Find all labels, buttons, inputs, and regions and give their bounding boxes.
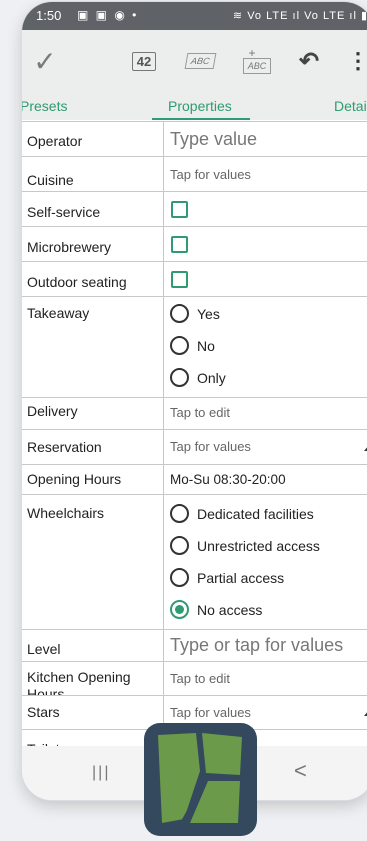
divider xyxy=(163,630,164,661)
table-row: Self-service xyxy=(22,192,367,227)
key-reservation: Reservation xyxy=(27,439,102,455)
abc-plus-icon: ABC xyxy=(242,58,272,74)
option-label: No xyxy=(197,337,215,354)
status-bar: 1:50 ▣ ▣ ◉ • ≋ Vo LTE ıl Vo LTE ıl ▮ xyxy=(22,2,367,30)
kitchen-hours-value[interactable]: Tap to edit xyxy=(170,671,230,686)
wheelchair-option-unrestricted[interactable]: Unrestricted access xyxy=(170,536,320,555)
wheelchair-option-partial[interactable]: Partial access xyxy=(170,568,284,587)
radio-selected-icon xyxy=(170,600,189,619)
option-label: Unrestricted access xyxy=(197,537,320,554)
notification-icons: ▣ ▣ ◉ • xyxy=(77,8,139,22)
radio-icon xyxy=(170,304,189,323)
opening-hours-value[interactable]: Mo-Su 08:30-20:00 xyxy=(170,472,286,487)
key-operator: Operator xyxy=(27,133,83,149)
phone-screen: 1:50 ▣ ▣ ◉ • ≋ Vo LTE ıl Vo LTE ıl ▮ ✓ 4… xyxy=(22,2,367,800)
key-opening-hours: Opening Hours xyxy=(27,471,122,487)
more-options-icon[interactable]: ⋮ xyxy=(346,30,367,92)
table-row: Microbrewery xyxy=(22,227,367,262)
option-label: Only xyxy=(197,369,226,386)
key-microbrewery: Microbrewery xyxy=(27,239,112,255)
add-text-tag-button[interactable]: + ABC xyxy=(240,30,274,92)
wheelchair-option-no-access[interactable]: No access xyxy=(170,600,262,619)
divider xyxy=(163,465,164,494)
tab-presets[interactable]: Presets xyxy=(22,98,67,114)
divider xyxy=(163,157,164,191)
key-wheelchairs: Wheelchairs xyxy=(27,505,105,521)
outdoor-seating-checkbox[interactable] xyxy=(171,271,188,288)
key-takeaway: Takeaway xyxy=(27,305,90,321)
microbrewery-checkbox[interactable] xyxy=(171,236,188,253)
table-row: Operator Type value xyxy=(22,121,367,157)
more-glyph: ⋮ xyxy=(347,48,367,73)
option-label: Dedicated facilities xyxy=(197,505,314,522)
tab-details[interactable]: Detai xyxy=(334,98,367,114)
undo-icon[interactable]: ↶ xyxy=(294,30,324,92)
check-glyph: ✓ xyxy=(33,45,57,77)
operator-input[interactable]: Type value xyxy=(170,129,257,150)
option-label: Yes xyxy=(197,305,220,322)
table-row: Opening Hours Mo-Su 08:30-20:00 xyxy=(22,465,367,495)
recent-apps-button[interactable]: ||| xyxy=(92,764,110,782)
logo-icon xyxy=(158,733,242,825)
table-row: Delivery Tap to edit xyxy=(22,398,367,430)
divider xyxy=(163,227,164,261)
abc-icon: ABC xyxy=(184,53,216,69)
tab-properties[interactable]: Properties xyxy=(168,98,232,114)
divider xyxy=(163,192,164,226)
app-logo xyxy=(144,723,257,836)
radio-icon xyxy=(170,368,189,387)
option-label: Partial access xyxy=(197,569,285,586)
table-row: Outdoor seating xyxy=(22,262,367,297)
key-level: Level xyxy=(27,641,61,657)
stars-value[interactable]: Tap for values xyxy=(170,705,251,720)
radio-icon xyxy=(170,504,189,523)
table-row: Reservation Tap for values xyxy=(22,430,367,465)
delivery-value[interactable]: Tap to edit xyxy=(170,405,230,420)
key-self-service: Self-service xyxy=(27,204,101,220)
reservation-value[interactable]: Tap for values xyxy=(170,439,251,454)
divider xyxy=(163,495,164,629)
divider xyxy=(163,662,164,695)
table-row: Level Type or tap for values xyxy=(22,630,367,662)
divider xyxy=(163,262,164,296)
tab-bar: Presets Properties Detai xyxy=(22,92,367,120)
takeaway-option-yes[interactable]: Yes xyxy=(170,304,220,323)
divider xyxy=(163,122,164,156)
option-label: No access xyxy=(197,601,263,618)
signal-battery-icons: ≋ Vo LTE ıl Vo LTE ıl ▮ xyxy=(232,10,367,22)
numbering-button[interactable]: 42 xyxy=(131,30,157,92)
status-time: 1:50 xyxy=(36,8,62,23)
radio-icon xyxy=(170,536,189,555)
radio-icon xyxy=(170,336,189,355)
takeaway-option-only[interactable]: Only xyxy=(170,368,226,387)
key-stars: Stars xyxy=(27,704,60,720)
back-button[interactable]: < xyxy=(294,758,307,784)
table-row: Takeaway Yes No Only xyxy=(22,297,367,398)
radio-icon xyxy=(170,568,189,587)
key-delivery: Delivery xyxy=(27,403,78,419)
self-service-checkbox[interactable] xyxy=(171,201,188,218)
cuisine-value[interactable]: Tap for values xyxy=(170,167,251,182)
divider xyxy=(163,297,164,397)
plus-icon: + xyxy=(248,46,256,60)
key-kitchen-opening-hours: Kitchen Opening Hours xyxy=(27,669,131,696)
undo-glyph: ↶ xyxy=(298,47,320,75)
takeaway-option-no[interactable]: No xyxy=(170,336,215,355)
toolbar: ✓ 42 ABC + ABC ↶ ⋮ xyxy=(22,30,367,92)
check-icon[interactable]: ✓ xyxy=(27,30,63,92)
text-tags-button[interactable]: ABC xyxy=(184,30,216,92)
divider xyxy=(163,430,164,464)
tab-indicator xyxy=(152,118,250,120)
key-cuisine: Cuisine xyxy=(27,172,74,188)
table-row: Wheelchairs Dedicated facilities Unrestr… xyxy=(22,495,367,630)
level-input[interactable]: Type or tap for values xyxy=(170,635,343,656)
wheelchair-option-dedicated[interactable]: Dedicated facilities xyxy=(170,504,314,523)
numbering-icon: 42 xyxy=(131,51,157,71)
table-row: Kitchen Opening Hours Tap to edit xyxy=(22,662,367,696)
divider xyxy=(163,398,164,429)
table-row: Cuisine Tap for values xyxy=(22,157,367,192)
key-outdoor-seating: Outdoor seating xyxy=(27,274,127,290)
